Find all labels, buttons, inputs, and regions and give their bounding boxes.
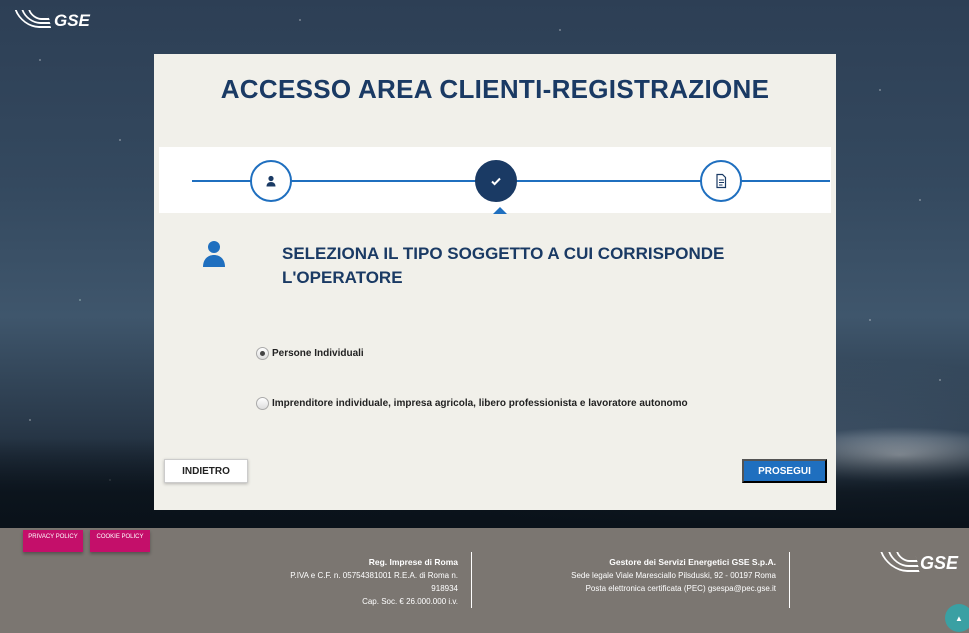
registry-heading: Reg. Imprese di Roma	[368, 557, 458, 567]
user-icon	[266, 175, 276, 187]
gse-logo[interactable]: GSE	[14, 10, 90, 32]
gse-swoosh-icon	[14, 10, 52, 32]
step-2-check	[475, 160, 517, 202]
back-button[interactable]: INDIETRO	[164, 459, 248, 483]
step-3-document	[700, 160, 742, 202]
person-icon	[203, 241, 225, 267]
scroll-to-top-button[interactable]: ▲	[945, 604, 969, 632]
registry-line-3: Cap. Soc. € 26.000.000 i.v.	[362, 597, 458, 606]
check-icon	[491, 177, 501, 186]
option-persone-individuali[interactable]: Persone Individuali	[256, 347, 364, 360]
radio-imprenditore[interactable]	[256, 397, 269, 410]
company-address: Sede legale Viale Maresciallo Pilsduski,…	[571, 571, 776, 580]
radio-persone-individuali[interactable]	[256, 347, 269, 360]
option-label: Imprenditore individuale, impresa agrico…	[272, 398, 688, 409]
registry-line-1: P.IVA e C.F. n. 05754381001 R.E.A. di Ro…	[290, 571, 458, 580]
option-label: Persone Individuali	[272, 348, 364, 359]
progress-stepper	[159, 147, 831, 214]
registration-card: ACCESSO AREA CLIENTI-REGISTRAZIONE SELEZ…	[154, 54, 836, 510]
footer: PRIVACY POLICY COOKIE POLICY Reg. Impres…	[0, 528, 969, 633]
gse-swoosh-icon	[880, 552, 920, 574]
footer-divider	[789, 552, 790, 608]
registry-info: Reg. Imprese di Roma P.IVA e C.F. n. 057…	[250, 556, 458, 608]
footer-divider	[471, 552, 472, 608]
privacy-policy-link[interactable]: PRIVACY POLICY	[23, 530, 83, 552]
active-step-caret	[493, 207, 507, 214]
company-pec: Posta elettronica certificata (PEC) gses…	[585, 584, 776, 593]
step-1-user	[250, 160, 292, 202]
document-icon	[716, 173, 727, 189]
option-imprenditore[interactable]: Imprenditore individuale, impresa agrico…	[256, 397, 688, 410]
company-info: Gestore dei Servizi Energetici GSE S.p.A…	[530, 556, 776, 595]
logo-text: GSE	[920, 552, 959, 573]
registry-line-2: 918934	[431, 584, 458, 593]
section-title: SELEZIONA IL TIPO SOGGETTO A CUI CORRISP…	[282, 244, 725, 287]
next-button[interactable]: PROSEGUI	[742, 459, 827, 483]
gse-footer-logo: GSE	[880, 552, 959, 574]
cookie-policy-link[interactable]: COOKIE POLICY	[90, 530, 150, 552]
chevron-up-icon: ▲	[955, 613, 963, 623]
page-title: ACCESSO AREA CLIENTI-REGISTRAZIONE	[220, 74, 770, 104]
company-heading: Gestore dei Servizi Energetici GSE S.p.A…	[609, 557, 776, 567]
logo-text: GSE	[54, 11, 90, 30]
